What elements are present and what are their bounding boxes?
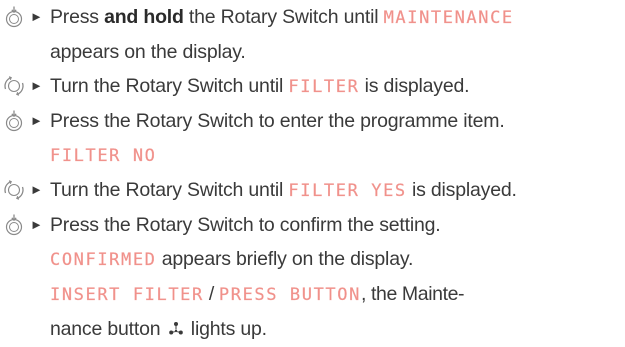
bullet-arrow: ► (30, 78, 43, 93)
step-5-line-2: CONFIRMED appears briefly on the display… (50, 242, 619, 277)
step-5: ► Press the Rotary Switch to confirm the… (0, 208, 625, 347)
step-text: / (203, 283, 219, 305)
step-text: is displayed. (406, 179, 517, 201)
maintenance-icon (168, 313, 184, 347)
step-1-line-2: appears on the display. (50, 41, 246, 63)
bullet-arrow: ► (30, 217, 43, 232)
display-text-confirmed: CONFIRMED (50, 250, 157, 270)
step-5-line-1: Press the Rotary Switch to confirm the s… (50, 214, 441, 236)
step-4: ► Turn the Rotary Switch until FILTER YE… (0, 173, 625, 208)
step-text: appears briefly on the display. (156, 248, 414, 270)
rotary-turn-icon (2, 74, 26, 98)
rotary-press-icon (2, 109, 26, 133)
step-text: Turn the Rotary Switch until (50, 179, 289, 201)
step-emphasis: and hold (104, 6, 184, 28)
display-text-insert-filter: INSERT FILTER (50, 285, 204, 305)
display-text-maintenance: MAINTENANCE (383, 8, 514, 28)
step-3-line-2: FILTER NO (50, 138, 619, 173)
step-text: Press (50, 6, 105, 28)
display-text-filter-yes: FILTER YES (288, 181, 407, 201)
step-4-line-1: Turn the Rotary Switch until FILTER YES … (50, 173, 619, 208)
rotary-turn-icon (2, 178, 26, 202)
step-5-line-4: nance button lights up. (50, 312, 619, 347)
step-1: ► Press and hold the Rotary Switch until… (0, 0, 625, 69)
step-text: , the Mainte- (360, 283, 465, 305)
display-text-press-button: PRESS BUTTON (218, 285, 361, 305)
step-3: ► Press the Rotary Switch to enter the p… (0, 104, 625, 173)
bullet-arrow: ► (30, 113, 43, 128)
step-2-line-1: Turn the Rotary Switch until FILTER is d… (50, 69, 619, 104)
step-text: is displayed. (359, 75, 470, 97)
instruction-steps: ► Press and hold the Rotary Switch until… (0, 0, 625, 347)
bullet-arrow: ► (30, 9, 43, 24)
step-text: Turn the Rotary Switch until (50, 75, 289, 97)
step-text: the Rotary Switch until (183, 6, 384, 28)
step-1-line-1: Press and hold the Rotary Switch until M… (50, 0, 619, 35)
step-3-line-1: Press the Rotary Switch to enter the pro… (50, 110, 505, 132)
rotary-press-icon (2, 213, 26, 237)
display-text-filter-no: FILTER NO (50, 146, 157, 166)
bullet-arrow: ► (30, 182, 43, 197)
rotary-press-icon (2, 5, 26, 29)
step-text: lights up. (185, 318, 267, 340)
display-text-filter: FILTER (288, 77, 360, 97)
step-2: ► Turn the Rotary Switch until FILTER is… (0, 69, 625, 104)
step-text: nance button (50, 318, 166, 340)
step-5-line-3: INSERT FILTER / PRESS BUTTON, the Mainte… (50, 277, 619, 312)
